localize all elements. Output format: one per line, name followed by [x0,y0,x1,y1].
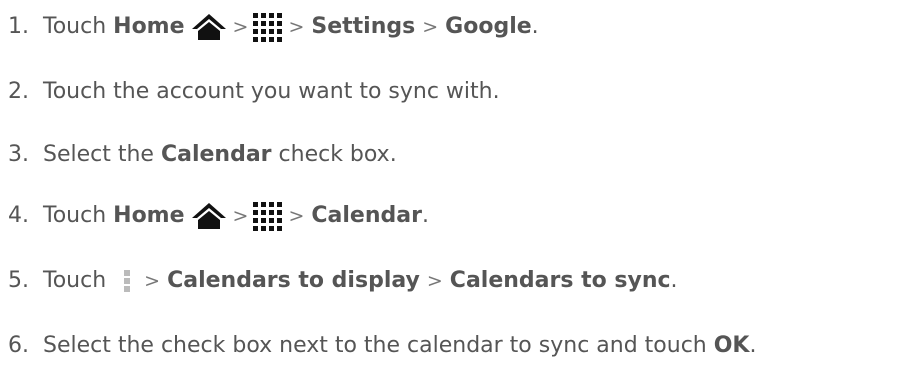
apps-grid-icon [252,201,283,231]
step-number: 4. [8,203,29,228]
separator: > [232,205,249,227]
home-label: Home [113,203,185,228]
step-5: 5. Touch > Calendars to display > Calend… [8,262,678,300]
step-text: Touch [43,268,107,293]
home-icon [191,12,227,42]
instruction-steps: 1. Touch Home > > Settings > Google . 2.… [0,0,910,388]
calendar-label: Calendar [311,203,422,228]
step-3: 3. Select the Calendar check box. [8,136,397,174]
step-text: check box. [278,142,397,167]
separator: > [144,270,161,292]
step-4: 4. Touch Home > > Calendar . [8,197,429,235]
home-label: Home [113,14,185,39]
period: . [749,333,757,358]
step-text: Select the [43,142,154,167]
step-text: Select the check box next to the calenda… [43,333,707,358]
step-number: 5. [8,268,29,293]
step-text: Touch the account you want to sync with. [43,79,500,104]
step-number: 3. [8,142,29,167]
step-2: 2. Touch the account you want to sync wi… [8,73,500,111]
ok-label: OK [713,333,750,358]
step-text: Touch [43,203,107,228]
menu-dots-icon [122,270,132,292]
step-number: 6. [8,333,29,358]
step-6: 6. Select the check box next to the cale… [8,327,756,365]
step-number: 2. [8,79,29,104]
period: . [421,203,429,228]
period: . [531,14,539,39]
step-text [36,8,43,46]
apps-grid-icon [252,12,283,42]
separator: > [426,270,443,292]
separator: > [288,16,305,38]
step-number: 1. [8,14,29,39]
step-1: 1. Touch Home > > Settings > Google . [8,8,539,46]
calendars-to-display-label: Calendars to display [167,268,420,293]
home-icon [191,201,227,231]
google-label: Google [445,14,532,39]
step-text: Touch [43,14,107,39]
separator: > [232,16,249,38]
separator: > [422,16,439,38]
separator: > [288,205,305,227]
calendar-label: Calendar [160,142,272,167]
period: . [670,268,678,293]
settings-label: Settings [311,14,416,39]
calendars-to-sync-label: Calendars to sync [449,268,671,293]
